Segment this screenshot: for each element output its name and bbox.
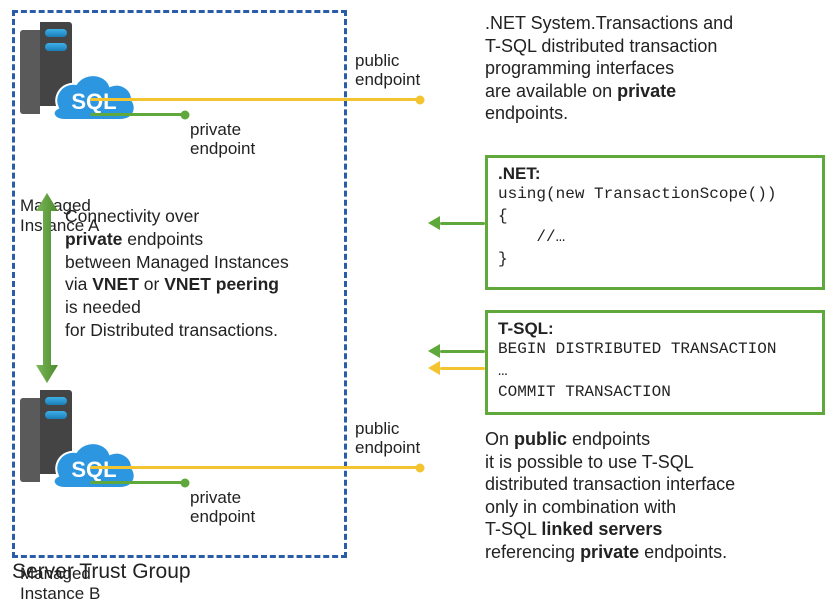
private-endpoint-connector-a [90,113,185,116]
arrow-left-icon [428,216,440,230]
dotnet-code: using(new TransactionScope()) { //… } [498,184,812,270]
tsql-code: BEGIN DISTRIBUTED TRANSACTION … COMMIT T… [498,339,812,404]
tsql-code-box: T-SQL: BEGIN DISTRIBUTED TRANSACTION … C… [485,310,825,415]
connector-to-tsql-yellow [440,367,485,370]
public-endpoint-connector-b [90,466,420,469]
connector-to-tsql-green [440,350,485,353]
dotnet-title: .NET: [498,164,812,184]
connectivity-description: Connectivity over private endpoints betw… [65,205,340,365]
public-endpoint-connector-a [90,98,420,101]
private-endpoint-connector-b [90,481,185,484]
private-endpoint-label-a: privateendpoint [190,121,255,158]
endpoint-dot-icon [181,478,190,487]
dotnet-code-box: .NET: using(new TransactionScope()) { //… [485,155,825,290]
endpoint-dot-icon [416,463,425,472]
connector-to-net-box [440,222,485,225]
managed-instance-b: SQL Managed Instance B [20,390,140,603]
public-endpoint-description: On public endpoints it is possible to us… [485,428,825,563]
public-endpoint-label-b: publicendpoint [355,420,420,457]
public-endpoint-label-a: publicendpoint [355,52,420,89]
tsql-title: T-SQL: [498,319,812,339]
endpoint-dot-icon [416,95,425,104]
vnet-connectivity-arrow-icon [36,193,58,383]
arrow-left-icon [428,361,440,375]
private-endpoint-label-b: privateendpoint [190,489,255,526]
instance-b-label-2: Instance B [20,584,100,603]
private-endpoint-description: .NET System.Transactions and T-SQL distr… [485,12,825,125]
arrow-left-icon [428,344,440,358]
endpoint-dot-icon [181,110,190,119]
instance-b-label-1: Managed [20,564,91,583]
